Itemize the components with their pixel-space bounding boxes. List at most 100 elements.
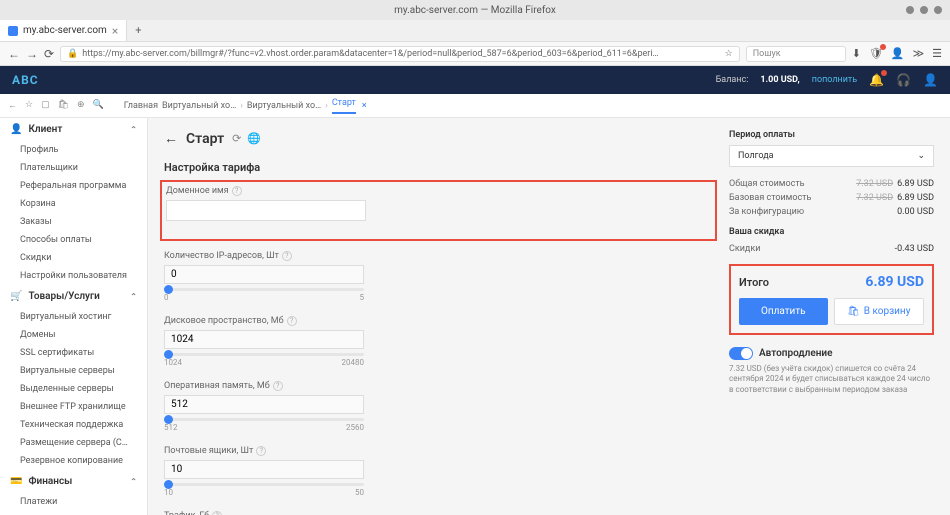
browser-urlbar: ← → ⟳ 🔒 https://my.abc-server.com/billmg… [0, 42, 950, 66]
nav-back-icon[interactable]: ← [8, 100, 17, 111]
slider-thumb[interactable] [164, 415, 173, 424]
total-cost-label: Общая стоимость [729, 179, 805, 189]
disk-label: Дисковое пространство, Мб [164, 316, 284, 326]
url-text: https://my.abc-server.com/billmgr#/?func… [82, 49, 658, 59]
mail-input[interactable] [164, 460, 364, 479]
refresh-icon[interactable]: ⟳ [232, 132, 241, 145]
section-title: Настройка тарифа [164, 161, 713, 174]
period-select[interactable]: Полгода⌄ [729, 145, 934, 167]
toolbar: ← ☆ ▢ 🛍 ⊕ 🔍 Главная Виртуальный хо… › Ви… [0, 94, 950, 118]
search-icon[interactable]: 🔍 [93, 100, 104, 111]
reload-icon[interactable]: ⟳ [44, 47, 54, 61]
bc-close-icon[interactable]: × [362, 101, 367, 111]
more-icon[interactable]: ≫ [913, 47, 925, 60]
sidebar-item-ssl[interactable]: SSL сертификаты [0, 344, 147, 362]
close-icon[interactable] [934, 6, 942, 14]
renewal-toggle[interactable] [729, 347, 753, 360]
balance-amount: 1.00 USD, [760, 75, 799, 85]
back-icon[interactable]: ← [8, 47, 20, 61]
sidebar-group-products[interactable]: 🛒Товары/Услуги⌃ [0, 285, 147, 308]
help-icon[interactable]: ? [282, 251, 292, 261]
download-icon[interactable]: ⬇ [852, 47, 861, 60]
sidebar-item-discounts[interactable]: Скидки [0, 249, 147, 267]
cart-icon[interactable]: 🛍 [58, 100, 69, 111]
help-icon[interactable]: ? [212, 511, 222, 515]
minimize-icon[interactable] [906, 6, 914, 14]
help-icon[interactable]: ? [273, 381, 283, 391]
config-cost-label: За конфигурацию [729, 207, 804, 217]
tab-close-icon[interactable]: × [112, 24, 118, 38]
plus-icon[interactable]: ⊕ [77, 100, 85, 111]
renewal-text: 7.32 USD (без учёта скидок) спишется со … [729, 364, 934, 395]
ram-label: Оперативная память, Мб [164, 381, 270, 391]
browser-tab[interactable]: my.abc-server.com × [0, 20, 127, 41]
forward-icon[interactable]: → [26, 47, 38, 61]
form-area: ← Старт ⟳🌐 Настройка тарифа Доменное имя… [164, 130, 713, 503]
sidebar-item-domains[interactable]: Домены [0, 326, 147, 344]
sidebar-item-backup[interactable]: Резервное копирование [0, 452, 147, 470]
domain-input[interactable] [166, 200, 366, 221]
sidebar: 👤Клиент⌃ Профиль Плательщики Реферальная… [0, 118, 148, 515]
card-icon: 💳 [10, 476, 22, 487]
user-icon: 👤 [10, 124, 22, 135]
box-icon[interactable]: ▢ [41, 100, 50, 111]
sidebar-item-profile[interactable]: Профиль [0, 141, 147, 159]
search-placeholder: Пошук [753, 49, 781, 59]
ram-slider[interactable] [164, 418, 364, 421]
bc-item-2[interactable]: Виртуальный хо… [247, 101, 321, 111]
sidebar-item-dedicated[interactable]: Выделенные серверы [0, 380, 147, 398]
help-icon[interactable]: ? [232, 186, 242, 196]
topup-link[interactable]: пополнить [812, 75, 857, 85]
sidebar-item-vps[interactable]: Виртуальные серверы [0, 362, 147, 380]
sidebar-group-client[interactable]: 👤Клиент⌃ [0, 118, 147, 141]
url-input[interactable]: 🔒 https://my.abc-server.com/billmgr#/?fu… [60, 46, 740, 62]
slider-thumb[interactable] [164, 480, 173, 489]
sidebar-item-orders[interactable]: Заказы [0, 213, 147, 231]
sidebar-item-settings[interactable]: Настройки пользователя [0, 267, 147, 285]
sidebar-item-ftp[interactable]: Внешнее FTP хранилище [0, 398, 147, 416]
sidebar-item-colo[interactable]: Размещение сервера (С… [0, 434, 147, 452]
support-icon[interactable]: 🎧 [896, 73, 911, 87]
account-icon[interactable]: 👤 [891, 47, 905, 60]
extension-icon[interactable]: 🛡 [869, 47, 883, 60]
slider-thumb[interactable] [164, 350, 173, 359]
disk-slider[interactable] [164, 353, 364, 356]
sidebar-item-payers[interactable]: Плательщики [0, 159, 147, 177]
ram-input[interactable] [164, 395, 364, 414]
tab-title: my.abc-server.com [23, 25, 107, 36]
back-arrow-icon[interactable]: ← [164, 130, 178, 147]
ip-slider[interactable] [164, 288, 364, 291]
logo[interactable]: ABC [12, 73, 39, 87]
ip-input[interactable] [164, 265, 364, 284]
help-icon[interactable]: ? [287, 316, 297, 326]
bookmark-icon[interactable]: ☆ [725, 49, 733, 59]
sidebar-item-payment[interactable]: Способы оплаты [0, 231, 147, 249]
bc-active[interactable]: Старт [332, 98, 356, 114]
notification-icon[interactable]: 🔔 [869, 73, 884, 87]
sidebar-item-cart[interactable]: Корзина [0, 195, 147, 213]
star-icon[interactable]: ☆ [25, 100, 33, 111]
user-icon[interactable]: 👤 [923, 73, 938, 87]
globe-icon[interactable]: 🌐 [247, 132, 261, 145]
ip-label: Количество IP-адресов, Шт [164, 251, 279, 261]
slider-thumb[interactable] [164, 285, 173, 294]
sidebar-item-expenses[interactable]: Расходы [0, 511, 147, 515]
pay-button[interactable]: Оплатить [739, 298, 828, 325]
sidebar-item-payments[interactable]: Платежи [0, 493, 147, 511]
disk-input[interactable] [164, 330, 364, 349]
discount-value: -0.43 USD [895, 244, 934, 254]
sidebar-item-support[interactable]: Техническая поддержка [0, 416, 147, 434]
new-tab-button[interactable]: + [127, 24, 149, 37]
search-input[interactable]: Пошук [746, 46, 846, 62]
menu-icon[interactable]: ☰ [932, 47, 942, 60]
chevron-down-icon: ⌄ [917, 151, 925, 161]
help-icon[interactable]: ? [256, 446, 266, 456]
sidebar-group-finance[interactable]: 💳Финансы⌃ [0, 470, 147, 493]
bc-item-1[interactable]: Виртуальный хо… [162, 101, 236, 111]
cart-button[interactable]: 🛍В корзину [834, 298, 925, 325]
maximize-icon[interactable] [920, 6, 928, 14]
mail-slider[interactable] [164, 483, 364, 486]
sidebar-item-referral[interactable]: Реферальная программа [0, 177, 147, 195]
sidebar-item-hosting[interactable]: Виртуальный хостинг [0, 308, 147, 326]
bc-home[interactable]: Главная [124, 101, 158, 111]
